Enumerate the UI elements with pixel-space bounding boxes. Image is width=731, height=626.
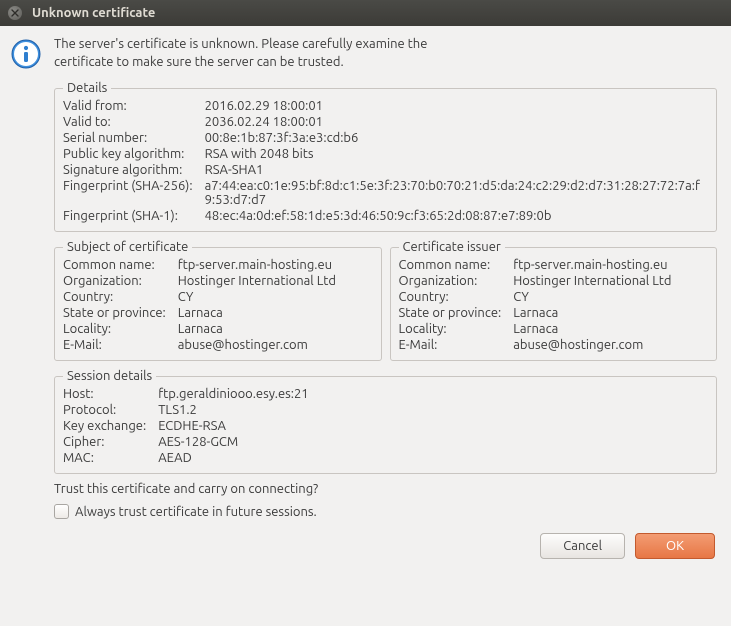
cipher-label: Cipher:	[63, 435, 146, 449]
protocol-value: TLS1.2	[158, 403, 708, 417]
ok-button[interactable]: OK	[635, 533, 715, 559]
window-titlebar: Unknown certificate	[0, 0, 731, 26]
issuer-org-value: Hostinger International Ltd	[513, 274, 708, 288]
kx-value: ECDHE-RSA	[158, 419, 708, 433]
valid-from-label: Valid from:	[63, 99, 193, 113]
subject-state-value: Larnaca	[178, 306, 373, 320]
subject-email-value: abuse@hostinger.com	[178, 338, 373, 352]
mac-value: AEAD	[158, 451, 708, 465]
subject-email-label: E-Mail:	[63, 338, 166, 352]
subject-locality-value: Larnaca	[178, 322, 373, 336]
issuer-country-value: CY	[513, 290, 708, 304]
dialog-message: The server's certificate is unknown. Ple…	[54, 36, 484, 71]
pubkey-label: Public key algorithm:	[63, 147, 193, 161]
fp256-label: Fingerprint (SHA-256):	[63, 179, 193, 193]
cipher-value: AES-128-GCM	[158, 435, 708, 449]
host-label: Host:	[63, 387, 146, 401]
issuer-state-value: Larnaca	[513, 306, 708, 320]
issuer-email-label: E-Mail:	[399, 338, 502, 352]
subject-cn-label: Common name:	[63, 258, 166, 272]
valid-to-value: 2036.02.24 18:00:01	[205, 115, 708, 129]
valid-to-label: Valid to:	[63, 115, 193, 129]
always-trust-checkbox[interactable]	[54, 504, 69, 519]
subject-group: Subject of certificate Common name: ftp-…	[54, 240, 382, 361]
info-icon	[10, 38, 42, 70]
serial-label: Serial number:	[63, 131, 193, 145]
details-group: Details Valid from: 2016.02.29 18:00:01 …	[54, 81, 717, 232]
issuer-country-label: Country:	[399, 290, 502, 304]
subject-cn-value: ftp-server.main-hosting.eu	[178, 258, 373, 272]
subject-org-label: Organization:	[63, 274, 166, 288]
sigalg-value: RSA-SHA1	[205, 163, 708, 177]
subject-locality-label: Locality:	[63, 322, 166, 336]
window-title: Unknown certificate	[32, 6, 155, 20]
close-icon[interactable]	[8, 6, 22, 20]
subject-country-value: CY	[178, 290, 373, 304]
issuer-legend: Certificate issuer	[399, 240, 505, 254]
issuer-group: Certificate issuer Common name: ftp-serv…	[390, 240, 718, 361]
pubkey-value: RSA with 2048 bits	[205, 147, 708, 161]
subject-legend: Subject of certificate	[63, 240, 192, 254]
issuer-locality-value: Larnaca	[513, 322, 708, 336]
issuer-cn-label: Common name:	[399, 258, 502, 272]
fp256-value: a7:44:ea:c0:1e:95:bf:8d:c1:5e:3f:23:70:b…	[205, 179, 708, 207]
host-value: ftp.geraldiniooo.esy.es:21	[158, 387, 708, 401]
subject-country-label: Country:	[63, 290, 166, 304]
fp1-value: 48:ec:4a:0d:ef:58:1d:e5:3d:46:50:9c:f3:6…	[205, 209, 708, 223]
protocol-label: Protocol:	[63, 403, 146, 417]
session-group: Session details Host: ftp.geraldiniooo.e…	[54, 369, 717, 474]
cancel-button[interactable]: Cancel	[540, 533, 625, 559]
issuer-cn-value: ftp-server.main-hosting.eu	[513, 258, 708, 272]
subject-state-label: State or province:	[63, 306, 166, 320]
details-legend: Details	[63, 81, 111, 95]
issuer-email-value: abuse@hostinger.com	[513, 338, 708, 352]
fp1-label: Fingerprint (SHA-1):	[63, 209, 193, 223]
trust-prompt: Trust this certificate and carry on conn…	[54, 482, 717, 496]
mac-label: MAC:	[63, 451, 146, 465]
kx-label: Key exchange:	[63, 419, 146, 433]
always-trust-label: Always trust certificate in future sessi…	[75, 505, 317, 519]
issuer-state-label: State or province:	[399, 306, 502, 320]
issuer-org-label: Organization:	[399, 274, 502, 288]
valid-from-value: 2016.02.29 18:00:01	[205, 99, 708, 113]
issuer-locality-label: Locality:	[399, 322, 502, 336]
subject-org-value: Hostinger International Ltd	[178, 274, 373, 288]
serial-value: 00:8e:1b:87:3f:3a:e3:cd:b6	[205, 131, 708, 145]
sigalg-label: Signature algorithm:	[63, 163, 193, 177]
session-legend: Session details	[63, 369, 156, 383]
